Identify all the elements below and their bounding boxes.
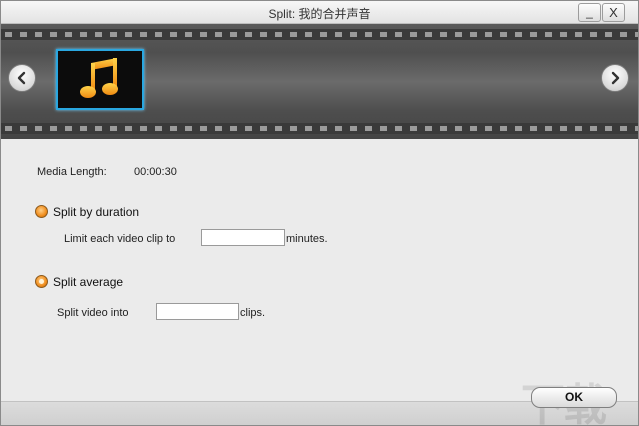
media-length-label: Media Length: bbox=[37, 166, 107, 178]
filmstrip-prev-button[interactable] bbox=[8, 64, 36, 92]
filmstrip-next-button[interactable] bbox=[601, 64, 629, 92]
film-perforation-top bbox=[1, 29, 638, 40]
split-options-panel: Media Length: 00:00:30 Split by duration… bbox=[1, 139, 638, 401]
title-bar: Split: 我的合并声音 _ X bbox=[1, 1, 638, 24]
chevron-left-icon bbox=[17, 71, 26, 85]
split-dialog: Split: 我的合并声音 _ X Media Length: 00:00:30… bbox=[0, 0, 639, 426]
music-note-icon bbox=[80, 58, 118, 98]
clips-unit-label: clips. bbox=[240, 307, 266, 319]
film-perforation-bottom bbox=[1, 123, 638, 134]
close-button[interactable]: X bbox=[602, 3, 625, 22]
minutes-unit-label: minutes. bbox=[286, 233, 328, 245]
minimize-button[interactable]: _ bbox=[578, 3, 601, 22]
split-average-radio[interactable] bbox=[35, 275, 48, 288]
limit-clip-label: Limit each video clip to bbox=[64, 233, 176, 245]
split-by-duration-label[interactable]: Split by duration bbox=[53, 205, 139, 219]
clip-count-input[interactable] bbox=[156, 303, 239, 320]
split-by-duration-radio[interactable] bbox=[35, 205, 48, 218]
media-thumbnail-selected[interactable] bbox=[56, 49, 144, 110]
media-length-value: 00:00:30 bbox=[134, 166, 177, 178]
split-into-label: Split video into bbox=[57, 307, 129, 319]
clip-minutes-input[interactable] bbox=[201, 229, 285, 246]
ok-button[interactable]: OK bbox=[531, 387, 617, 408]
media-filmstrip bbox=[1, 24, 638, 139]
chevron-right-icon bbox=[611, 71, 620, 85]
radio-selected-dot bbox=[39, 279, 44, 284]
window-title: Split: 我的合并声音 bbox=[268, 7, 371, 21]
split-average-label[interactable]: Split average bbox=[53, 275, 123, 289]
